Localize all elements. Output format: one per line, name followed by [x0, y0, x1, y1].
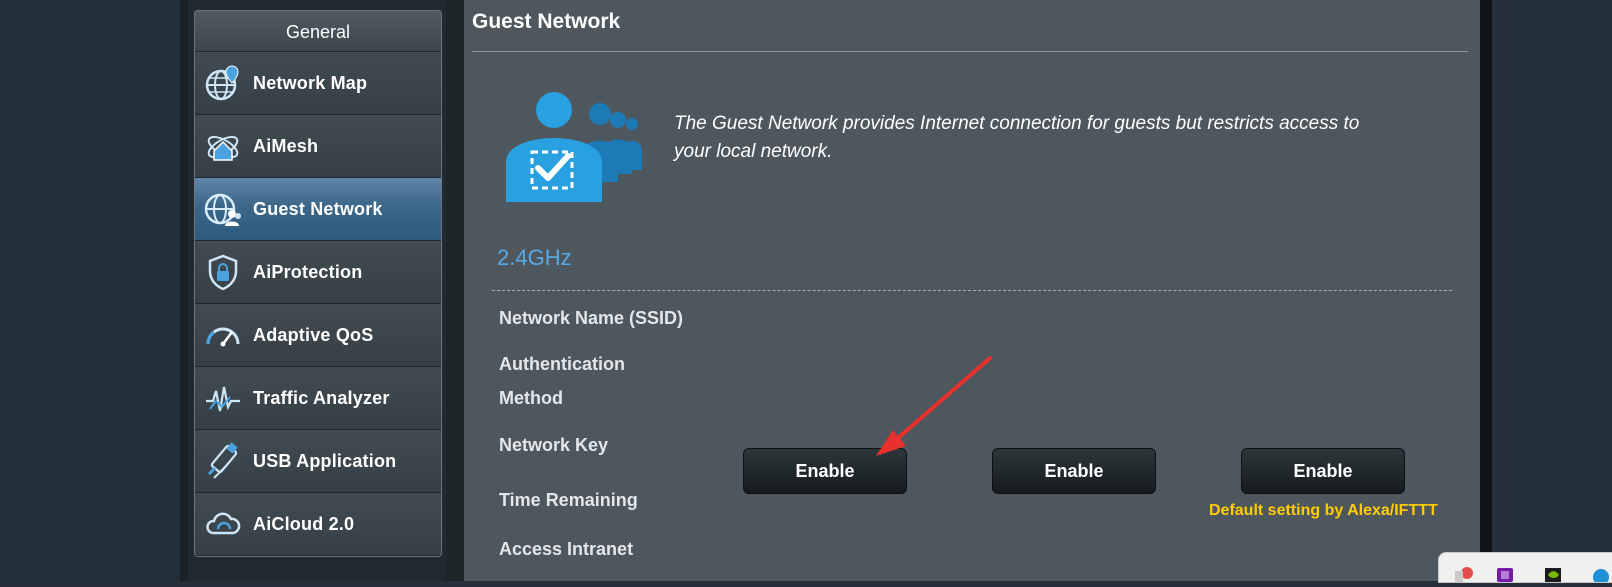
sidebar-item-aiprotection[interactable]: AiProtection [195, 241, 441, 304]
row-label-auth-line2: Method [499, 388, 563, 408]
title-divider [472, 51, 1468, 52]
sidebar-item-label: AiMesh [253, 135, 319, 156]
sidebar-item-label: AiCloud 2.0 [253, 513, 355, 534]
guest-network-icon [203, 189, 243, 229]
network-map-icon [203, 63, 243, 103]
enable-button-3[interactable]: Enable [1241, 448, 1405, 494]
sidebar-item-label: AiProtection [253, 261, 363, 282]
row-label-time-remaining: Time Remaining [499, 490, 638, 510]
row-label-auth-line1: Authentication [499, 354, 625, 374]
page-background-left [0, 0, 180, 581]
nvidia-icon[interactable] [1543, 565, 1563, 582]
sidebar: General Network Map AiMesh Guest Network… [188, 0, 446, 581]
sidebar-item-network-map[interactable]: Network Map [195, 52, 441, 115]
main-panel: Guest Network The Guest Network provides… [464, 0, 1480, 581]
guest-network-illustration [502, 90, 650, 202]
frame-left-edge [180, 0, 188, 581]
guest-network-description: The Guest Network provides Internet conn… [674, 113, 1360, 162]
adaptive-qos-icon [203, 315, 243, 355]
edge-icon[interactable] [1589, 565, 1609, 585]
aimesh-icon [203, 126, 243, 166]
sidebar-item-aicloud[interactable]: AiCloud 2.0 [195, 493, 441, 556]
usb-application-icon [203, 441, 243, 481]
frame-right-edge [1480, 0, 1492, 581]
enable-button-2[interactable]: Enable [992, 448, 1156, 494]
row-label-ssid: Network Name (SSID) [499, 308, 684, 328]
sidebar-item-adaptive-qos[interactable]: Adaptive QoS [195, 304, 441, 367]
sidebar-item-aimesh[interactable]: AiMesh [195, 115, 441, 178]
taskbar-app-icon[interactable] [1453, 565, 1473, 582]
panel-gap [446, 0, 464, 581]
sidebar-item-label: Network Map [253, 72, 368, 93]
enable-button-1[interactable]: Enable [743, 448, 907, 494]
general-menu: General Network Map AiMesh Guest Network… [194, 10, 442, 557]
taskbar-corner [1438, 552, 1612, 585]
aiprotection-icon [203, 252, 243, 292]
page-background-right [1518, 0, 1612, 581]
traffic-analyzer-icon [203, 378, 243, 418]
sidebar-item-traffic-analyzer[interactable]: Traffic Analyzer [195, 367, 441, 430]
page-title: Guest Network [472, 10, 621, 33]
sidebar-item-label: Guest Network [253, 198, 383, 219]
band-divider [492, 290, 1452, 291]
sidebar-item-usb-application[interactable]: USB Application [195, 430, 441, 493]
sidebar-item-label: USB Application [253, 450, 397, 471]
band-label-2-4ghz: 2.4GHz [497, 245, 572, 270]
onenote-icon[interactable] [1495, 565, 1515, 582]
alexa-ifttt-note: Default setting by Alexa/IFTTT [1209, 502, 1438, 519]
sidebar-item-label: Adaptive QoS [253, 324, 374, 345]
sidebar-item-guest-network[interactable]: Guest Network [195, 178, 441, 241]
row-label-access-intranet: Access Intranet [499, 539, 634, 559]
sidebar-item-label: Traffic Analyzer [253, 387, 390, 408]
aicloud-icon [203, 504, 243, 544]
row-label-network-key: Network Key [499, 435, 609, 455]
menu-header-general: General [195, 11, 441, 52]
